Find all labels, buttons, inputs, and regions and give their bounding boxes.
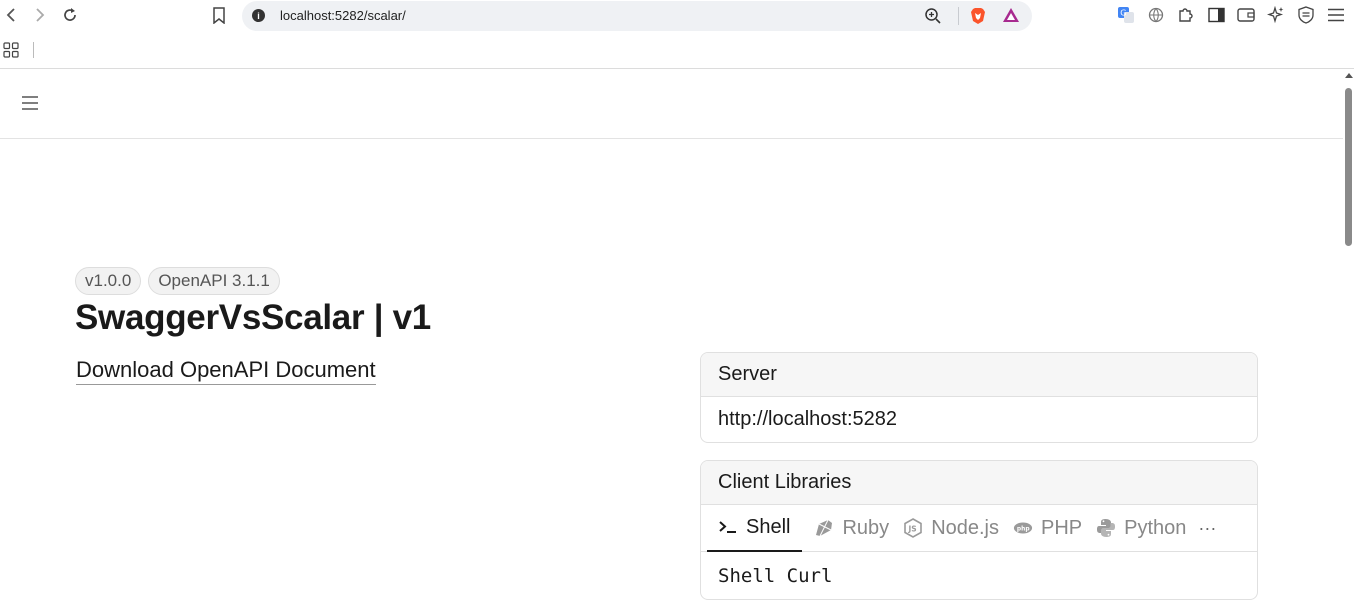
download-openapi-link[interactable]: Download OpenAPI Document bbox=[76, 357, 376, 385]
page-title: SwaggerVsScalar | v1 bbox=[75, 298, 431, 337]
client-libraries-heading: Client Libraries bbox=[701, 461, 1257, 505]
server-heading: Server bbox=[701, 353, 1257, 397]
tab-nodejs[interactable]: JS Node.js bbox=[903, 505, 999, 552]
nodejs-icon: JS bbox=[903, 518, 923, 538]
tab-ruby[interactable]: Ruby bbox=[814, 505, 889, 552]
openapi-version-badge: OpenAPI 3.1.1 bbox=[148, 267, 280, 295]
bookmarks-separator bbox=[33, 42, 34, 58]
hamburger-menu-icon[interactable] bbox=[21, 95, 39, 111]
browser-toolbar: i localhost:5282/scalar/ G bbox=[0, 0, 1354, 34]
bookmarks-bar bbox=[0, 34, 1354, 69]
vpn-shield-icon[interactable] bbox=[1297, 6, 1315, 24]
page-content: v1.0.0 OpenAPI 3.1.1 SwaggerVsScalar | v… bbox=[0, 70, 1343, 611]
leo-ai-icon[interactable] bbox=[1267, 6, 1285, 24]
wallet-icon[interactable] bbox=[1237, 6, 1255, 24]
terminal-icon bbox=[718, 517, 738, 537]
svg-text:php: php bbox=[1017, 526, 1030, 532]
page-header bbox=[0, 70, 1343, 139]
site-info-icon[interactable]: i bbox=[252, 9, 265, 22]
client-libraries-card: Client Libraries Shell Ruby JS Node.js p… bbox=[700, 460, 1258, 600]
scroll-thumb[interactable] bbox=[1345, 88, 1352, 246]
translate-icon[interactable]: G bbox=[1117, 6, 1135, 24]
address-url[interactable]: localhost:5282/scalar/ bbox=[280, 8, 406, 23]
ruby-icon bbox=[814, 518, 834, 538]
tab-label: Python bbox=[1124, 516, 1187, 539]
more-clients-button[interactable]: ··· bbox=[1198, 518, 1216, 539]
tab-label: Ruby bbox=[842, 516, 890, 539]
back-icon[interactable] bbox=[1, 5, 21, 25]
tab-shell[interactable]: Shell bbox=[707, 505, 803, 552]
version-badges: v1.0.0 OpenAPI 3.1.1 bbox=[75, 267, 280, 295]
sidebar-toggle-icon[interactable] bbox=[1207, 6, 1225, 24]
tab-python[interactable]: Python bbox=[1096, 505, 1186, 552]
tab-label: Node.js bbox=[931, 516, 999, 539]
brave-shields-icon[interactable] bbox=[970, 7, 986, 25]
tab-label: Shell bbox=[746, 515, 791, 538]
python-icon bbox=[1096, 518, 1116, 538]
zoom-icon[interactable] bbox=[924, 7, 942, 25]
address-bar[interactable]: i localhost:5282/scalar/ bbox=[242, 1, 1032, 31]
bookmark-icon[interactable] bbox=[209, 5, 229, 25]
server-card: Server http://localhost:5282 bbox=[700, 352, 1258, 443]
brave-rewards-icon[interactable] bbox=[1002, 7, 1020, 23]
server-url[interactable]: http://localhost:5282 bbox=[701, 397, 1257, 442]
browser-menu-icon[interactable] bbox=[1327, 6, 1345, 24]
forward-icon[interactable] bbox=[30, 5, 50, 25]
reload-icon[interactable] bbox=[60, 5, 80, 25]
svg-text:G: G bbox=[1120, 9, 1126, 18]
client-tabs: Shell Ruby JS Node.js php PHP Python ··· bbox=[701, 505, 1257, 552]
address-separator bbox=[958, 7, 959, 25]
extensions-icon[interactable] bbox=[1177, 6, 1195, 24]
svg-text:JS: JS bbox=[908, 525, 917, 534]
selected-client: Shell Curl bbox=[718, 564, 833, 587]
version-badge: v1.0.0 bbox=[75, 267, 142, 295]
globe-icon[interactable] bbox=[1147, 6, 1165, 24]
tab-label: PHP bbox=[1041, 516, 1083, 539]
apps-grid-icon[interactable] bbox=[3, 42, 19, 58]
page-scrollbar[interactable] bbox=[1343, 70, 1354, 611]
tab-php[interactable]: php PHP bbox=[1013, 505, 1082, 552]
scroll-up-arrow-icon[interactable] bbox=[1345, 73, 1353, 78]
php-icon: php bbox=[1013, 518, 1033, 538]
